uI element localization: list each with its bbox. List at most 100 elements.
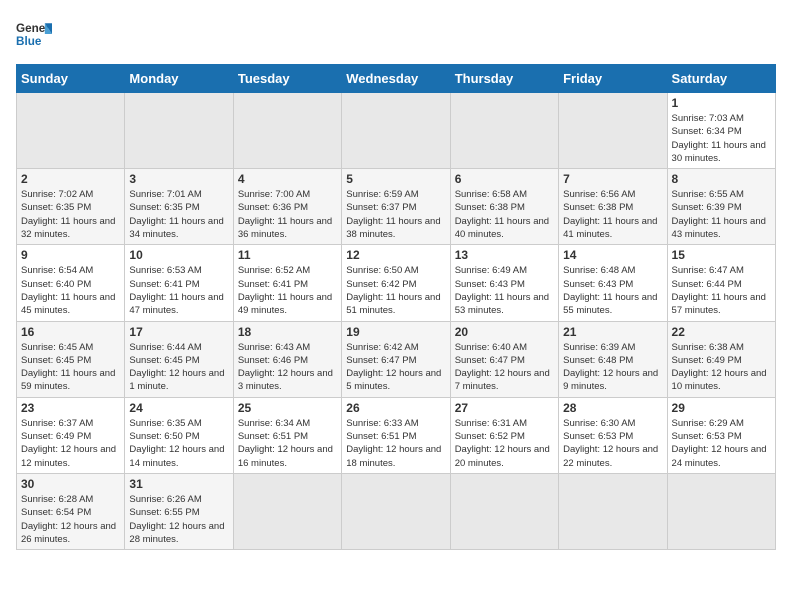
- logo-icon: General Blue: [16, 16, 52, 52]
- day-number: 4: [238, 172, 337, 186]
- calendar-cell: 16Sunrise: 6:45 AM Sunset: 6:45 PM Dayli…: [17, 321, 125, 397]
- day-of-week-header: Saturday: [667, 65, 775, 93]
- day-of-week-header: Tuesday: [233, 65, 341, 93]
- day-info: Sunrise: 6:35 AM Sunset: 6:50 PM Dayligh…: [129, 417, 228, 470]
- calendar-cell: 14 Sunrise: 6:48 AM Sunset: 6:43 PM Dayli…: [559, 245, 667, 321]
- svg-text:Blue: Blue: [16, 35, 42, 48]
- calendar-week-row: 30Sunrise: 6:28 AM Sunset: 6:54 PM Dayli…: [17, 473, 776, 549]
- calendar-cell: 29 Sunrise: 6:29 AM Sunset: 6:53 PM Dayli…: [667, 397, 775, 473]
- calendar-cell: 11 Sunrise: 6:52 AM Sunset: 6:41 PM Dayli…: [233, 245, 341, 321]
- day-info: Sunrise: 7:01 AM Sunset: 6:35 PM Dayligh…: [129, 188, 228, 241]
- day-info: Sunrise: 6:39 AM Sunset: 6:48 PM Dayligh…: [563, 341, 662, 394]
- calendar-cell: 12 Sunrise: 6:50 AM Sunset: 6:42 PM Dayli…: [342, 245, 450, 321]
- day-number: 16: [21, 325, 120, 339]
- day-of-week-header: Sunday: [17, 65, 125, 93]
- day-of-week-header: Friday: [559, 65, 667, 93]
- calendar-cell: 24 Sunrise: 6:35 AM Sunset: 6:50 PM Dayli…: [125, 397, 233, 473]
- day-number: 3: [129, 172, 228, 186]
- calendar-cell: 3 Sunrise: 7:01 AM Sunset: 6:35 PM Daylig…: [125, 169, 233, 245]
- calendar-cell: 21 Sunrise: 6:39 AM Sunset: 6:48 PM Dayli…: [559, 321, 667, 397]
- day-info: Sunrise: 6:40 AM Sunset: 6:47 PM Dayligh…: [455, 341, 554, 394]
- calendar-week-row: 23Sunrise: 6:37 AM Sunset: 6:49 PM Dayli…: [17, 397, 776, 473]
- day-number: 5: [346, 172, 445, 186]
- day-number: 17: [129, 325, 228, 339]
- day-info: Sunrise: 6:34 AM Sunset: 6:51 PM Dayligh…: [238, 417, 337, 470]
- calendar-cell: 18 Sunrise: 6:43 AM Sunset: 6:46 PM Dayli…: [233, 321, 341, 397]
- calendar-cell: 20 Sunrise: 6:40 AM Sunset: 6:47 PM Dayli…: [450, 321, 558, 397]
- calendar-cell: [233, 473, 341, 549]
- day-info: Sunrise: 6:50 AM Sunset: 6:42 PM Dayligh…: [346, 264, 445, 317]
- calendar-cell: [559, 473, 667, 549]
- calendar-cell: 8Sunrise: 6:55 AM Sunset: 6:39 PM Daylig…: [667, 169, 775, 245]
- calendar-cell: 19 Sunrise: 6:42 AM Sunset: 6:47 PM Dayli…: [342, 321, 450, 397]
- calendar-cell: 5 Sunrise: 6:59 AM Sunset: 6:37 PM Daylig…: [342, 169, 450, 245]
- day-number: 29: [672, 401, 771, 415]
- day-info: Sunrise: 6:31 AM Sunset: 6:52 PM Dayligh…: [455, 417, 554, 470]
- day-number: 27: [455, 401, 554, 415]
- day-info: Sunrise: 6:42 AM Sunset: 6:47 PM Dayligh…: [346, 341, 445, 394]
- calendar-cell: 13 Sunrise: 6:49 AM Sunset: 6:43 PM Dayli…: [450, 245, 558, 321]
- calendar-cell: [233, 93, 341, 169]
- day-of-week-header: Monday: [125, 65, 233, 93]
- day-info: Sunrise: 6:59 AM Sunset: 6:37 PM Dayligh…: [346, 188, 445, 241]
- day-number: 21: [563, 325, 662, 339]
- day-number: 8: [672, 172, 771, 186]
- day-number: 31: [129, 477, 228, 491]
- day-number: 15: [672, 248, 771, 262]
- day-number: 20: [455, 325, 554, 339]
- day-number: 19: [346, 325, 445, 339]
- day-number: 12: [346, 248, 445, 262]
- calendar-cell: 31 Sunrise: 6:26 AM Sunset: 6:55 PM Dayli…: [125, 473, 233, 549]
- calendar-cell: 9Sunrise: 6:54 AM Sunset: 6:40 PM Daylig…: [17, 245, 125, 321]
- calendar-cell: 25 Sunrise: 6:34 AM Sunset: 6:51 PM Dayli…: [233, 397, 341, 473]
- calendar-week-row: 9Sunrise: 6:54 AM Sunset: 6:40 PM Daylig…: [17, 245, 776, 321]
- day-info: Sunrise: 6:56 AM Sunset: 6:38 PM Dayligh…: [563, 188, 662, 241]
- calendar-cell: [125, 93, 233, 169]
- calendar-header-row: SundayMondayTuesdayWednesdayThursdayFrid…: [17, 65, 776, 93]
- day-info: Sunrise: 6:28 AM Sunset: 6:54 PM Dayligh…: [21, 493, 120, 546]
- day-number: 18: [238, 325, 337, 339]
- day-number: 25: [238, 401, 337, 415]
- calendar-cell: 1Sunrise: 7:03 AM Sunset: 6:34 PM Daylig…: [667, 93, 775, 169]
- day-info: Sunrise: 6:48 AM Sunset: 6:43 PM Dayligh…: [563, 264, 662, 317]
- day-info: Sunrise: 7:00 AM Sunset: 6:36 PM Dayligh…: [238, 188, 337, 241]
- calendar-cell: 7Sunrise: 6:56 AM Sunset: 6:38 PM Daylig…: [559, 169, 667, 245]
- calendar-cell: [450, 93, 558, 169]
- page-header: General Blue: [16, 16, 776, 52]
- calendar-cell: 23Sunrise: 6:37 AM Sunset: 6:49 PM Dayli…: [17, 397, 125, 473]
- day-info: Sunrise: 6:47 AM Sunset: 6:44 PM Dayligh…: [672, 264, 771, 317]
- calendar-cell: 28 Sunrise: 6:30 AM Sunset: 6:53 PM Dayli…: [559, 397, 667, 473]
- day-info: Sunrise: 7:03 AM Sunset: 6:34 PM Dayligh…: [672, 112, 771, 165]
- calendar-cell: [342, 473, 450, 549]
- day-number: 22: [672, 325, 771, 339]
- day-info: Sunrise: 6:43 AM Sunset: 6:46 PM Dayligh…: [238, 341, 337, 394]
- day-info: Sunrise: 6:30 AM Sunset: 6:53 PM Dayligh…: [563, 417, 662, 470]
- calendar-cell: 2Sunrise: 7:02 AM Sunset: 6:35 PM Daylig…: [17, 169, 125, 245]
- day-number: 28: [563, 401, 662, 415]
- calendar-table: SundayMondayTuesdayWednesdayThursdayFrid…: [16, 64, 776, 550]
- calendar-cell: 22 Sunrise: 6:38 AM Sunset: 6:49 PM Dayli…: [667, 321, 775, 397]
- day-number: 14: [563, 248, 662, 262]
- calendar-cell: 26 Sunrise: 6:33 AM Sunset: 6:51 PM Dayli…: [342, 397, 450, 473]
- day-number: 24: [129, 401, 228, 415]
- day-info: Sunrise: 6:29 AM Sunset: 6:53 PM Dayligh…: [672, 417, 771, 470]
- calendar-cell: 6Sunrise: 6:58 AM Sunset: 6:38 PM Daylig…: [450, 169, 558, 245]
- day-info: Sunrise: 6:26 AM Sunset: 6:55 PM Dayligh…: [129, 493, 228, 546]
- day-number: 23: [21, 401, 120, 415]
- calendar-cell: 10Sunrise: 6:53 AM Sunset: 6:41 PM Dayli…: [125, 245, 233, 321]
- logo: General Blue: [16, 16, 52, 52]
- calendar-cell: [450, 473, 558, 549]
- day-number: 2: [21, 172, 120, 186]
- day-info: Sunrise: 6:38 AM Sunset: 6:49 PM Dayligh…: [672, 341, 771, 394]
- calendar-cell: 4 Sunrise: 7:00 AM Sunset: 6:36 PM Daylig…: [233, 169, 341, 245]
- day-number: 13: [455, 248, 554, 262]
- day-info: Sunrise: 6:58 AM Sunset: 6:38 PM Dayligh…: [455, 188, 554, 241]
- day-info: Sunrise: 6:49 AM Sunset: 6:43 PM Dayligh…: [455, 264, 554, 317]
- day-number: 11: [238, 248, 337, 262]
- day-info: Sunrise: 6:53 AM Sunset: 6:41 PM Dayligh…: [129, 264, 228, 317]
- day-info: Sunrise: 6:52 AM Sunset: 6:41 PM Dayligh…: [238, 264, 337, 317]
- calendar-cell: 17Sunrise: 6:44 AM Sunset: 6:45 PM Dayli…: [125, 321, 233, 397]
- day-number: 26: [346, 401, 445, 415]
- day-of-week-header: Thursday: [450, 65, 558, 93]
- day-info: Sunrise: 6:33 AM Sunset: 6:51 PM Dayligh…: [346, 417, 445, 470]
